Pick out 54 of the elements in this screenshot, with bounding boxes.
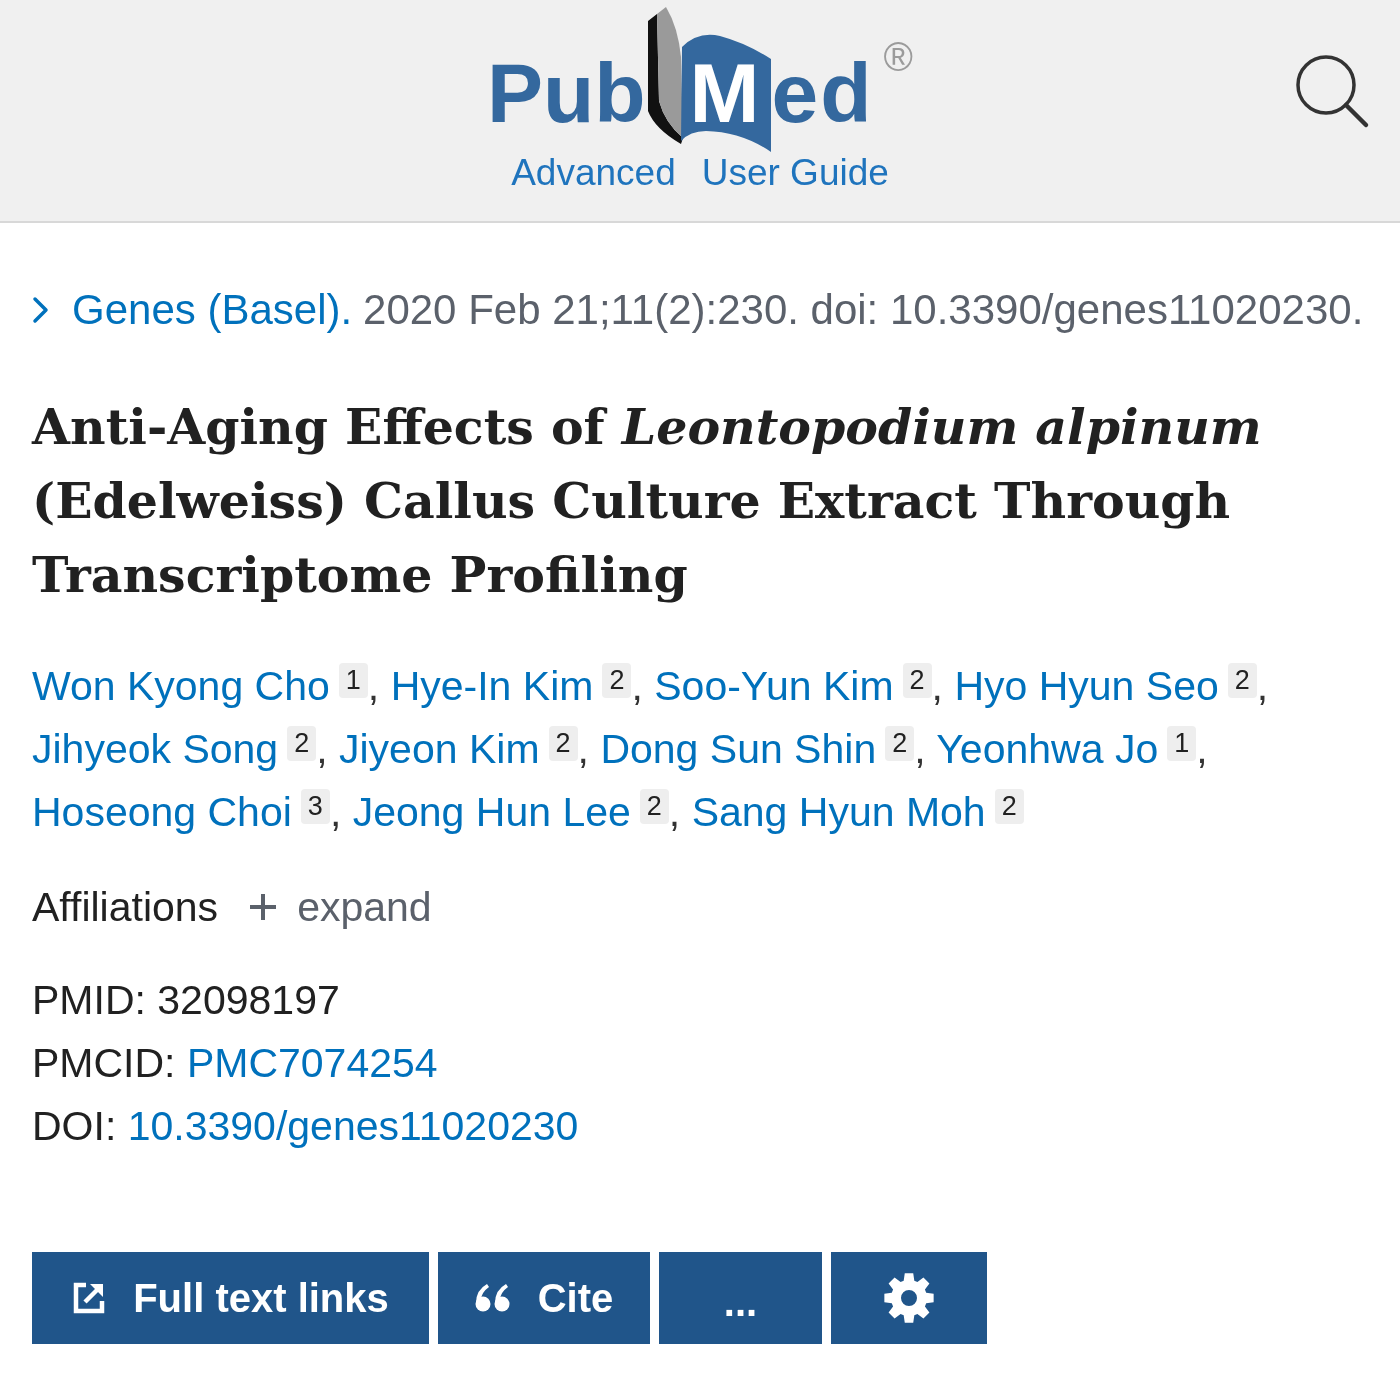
author-link[interactable]: Dong Sun Shin [600,726,877,773]
author-link[interactable]: Sang Hyun Moh [691,789,986,836]
affiliation-number[interactable]: 1 [338,663,368,699]
author-separator: , [329,789,342,836]
author-separator: , [1196,726,1208,773]
affiliation-number[interactable]: 2 [902,663,932,699]
author-separator: , [316,726,328,773]
author-link[interactable]: Jihyeok Song [32,726,279,773]
affiliation-number[interactable]: 2 [602,663,632,699]
affiliation-number[interactable]: 2 [1227,663,1257,699]
author-link[interactable]: Hyo Hyun Seo [954,663,1219,710]
affiliation-number[interactable]: 2 [287,726,317,762]
author-link[interactable]: Hoseong Choi [32,789,292,836]
author-separator: , [1256,663,1269,710]
author-separator: , [931,663,943,710]
quote-icon [474,1283,511,1314]
identifier-link[interactable]: PMC7074254 [186,1040,438,1087]
affiliations-label: Affiliations [32,883,219,933]
affiliation-number[interactable]: 2 [548,726,578,762]
gear-icon [883,1272,935,1325]
affiliation-number[interactable]: 2 [639,789,669,825]
search-icon [1294,53,1370,129]
external-link-icon [72,1281,107,1316]
author-link[interactable]: Jeong Hun Lee [352,789,631,836]
nav-link[interactable]: User Guide [701,151,889,196]
identifier-link[interactable]: 10.3390/genes11020230 [127,1103,579,1150]
affiliation-number[interactable]: 2 [885,726,915,762]
author-separator: , [668,789,681,836]
full-text-links-button[interactable]: Full text links [32,1252,429,1345]
author-separator: , [367,663,380,710]
expand-button[interactable]: expand [248,882,432,933]
identifier-label: DOI: [32,1103,117,1150]
identifier-value: 32098197 [157,977,340,1024]
author-link[interactable]: Yeonhwa Jo [936,726,1159,773]
author-separator: , [577,726,589,773]
affiliation-number[interactable]: 3 [300,789,330,825]
author-link[interactable]: Hye-In Kim [390,663,594,710]
affiliation-number[interactable]: 1 [1167,726,1197,762]
article-title: Anti-Aging Effects of Leontopodium alpinum (Edelweiss) Callus Culture Extract Through Transcriptome Profiling [32,397,1263,607]
author-link[interactable]: Won Kyong Cho [32,663,330,710]
author-link[interactable]: Soo-Yun Kim [654,663,894,710]
author-separator: , [914,726,926,773]
settings-button[interactable] [831,1252,987,1345]
cite-button[interactable]: Cite [438,1252,650,1345]
identifier-label: PMID: [32,977,146,1024]
affiliation-number[interactable]: 2 [994,789,1024,825]
more-button[interactable]: ... [659,1252,822,1345]
identifier-label: PMCID: [32,1040,176,1087]
journal-button[interactable]: Genes (Basel). [32,285,353,336]
author-separator: , [631,663,643,710]
author-link[interactable]: Jiyeon Kim [339,726,540,773]
search-button[interactable] [1294,53,1370,129]
citation-details: 2020 Feb 21;11(2):230. doi: 10.3390/genes11020230. [363,285,1364,335]
nav-link[interactable]: Advanced [511,151,676,196]
